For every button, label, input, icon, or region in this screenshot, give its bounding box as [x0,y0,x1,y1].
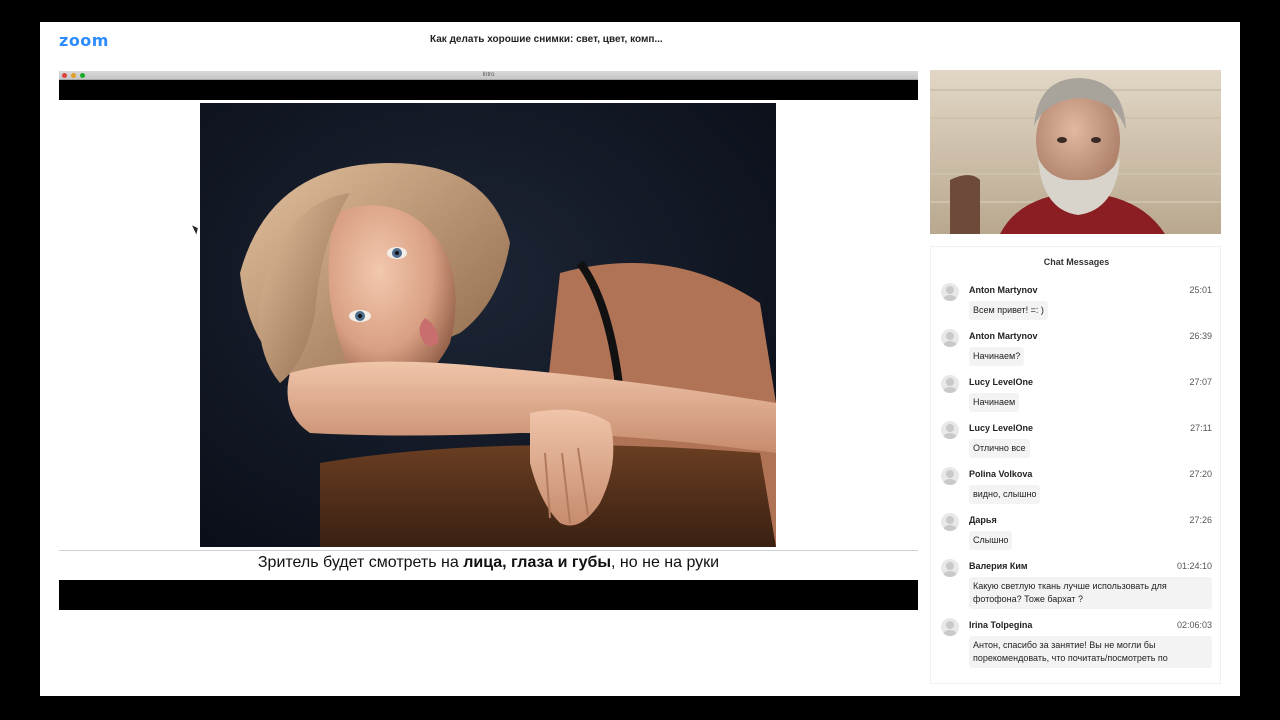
message-time: 27:20 [1189,468,1212,479]
message-text: Отлично все [969,439,1030,458]
avatar [941,618,959,636]
message-time: 01:24:10 [1176,560,1212,571]
mouse-cursor-icon [192,223,200,235]
message-time: 27:26 [1189,514,1212,525]
message-sender: Lucy LevelOne [969,376,1034,387]
chat-message: Lucy LevelOne 27:11 Отлично все [931,421,1220,458]
chat-message: Anton Martynov 25:01 Всем привет! =: ) [931,283,1220,320]
chat-message: Irina Tolpegina 02:06:03 Антон, спасибо з… [931,618,1220,668]
message-time: 27:07 [1189,376,1212,387]
avatar [941,375,959,393]
presentation-slide: Зритель будет смотреть на лица, глаза и … [59,100,918,580]
chat-message: Валерия Ким 01:24:10 Какую светлую ткань … [931,559,1220,609]
message-time: 02:06:03 [1176,619,1212,630]
chat-message: Anton Martynov 26:39 Начинаем? [931,329,1220,366]
message-text: Какую светлую ткань лучше использовать д… [969,577,1212,609]
chat-panel[interactable]: Chat Messages Anton Martynov 25:01 Всем п… [930,246,1221,684]
portrait-photo [200,103,776,547]
message-text: Всем привет! =: ) [969,301,1048,320]
slide-caption: Зритель будет смотреть на лица, глаза и … [59,554,918,572]
message-text: Антон, спасибо за занятие! Вы не могли б… [969,636,1212,668]
chat-message: Polina Volkova 27:20 видно, слышно [931,467,1220,504]
shared-screen[interactable]: Intro Зритель будет смотреть на лица, гл… [59,71,918,610]
message-time: 25:01 [1189,284,1212,295]
message-sender: Polina Volkova [969,468,1033,479]
message-text: видно, слышно [969,485,1041,504]
zoom-logo: zoom [59,31,109,50]
shared-window-titlebar: Intro [59,71,918,80]
message-time: 27:11 [1190,422,1212,433]
avatar [941,283,959,301]
chat-message-list[interactable]: Anton Martynov 25:01 Всем привет! =: ) An… [931,283,1220,677]
message-sender: Дарья [969,514,997,525]
avatar [941,513,959,531]
message-time: 26:39 [1189,330,1212,341]
meeting-title: Как делать хорошие снимки: свет, цвет, к… [430,34,663,45]
shared-window-title: Intro [482,72,495,78]
message-sender: Lucy LevelOne [969,422,1034,433]
message-sender: Anton Martynov [969,284,1038,295]
slide-divider [59,550,918,551]
avatar [941,329,959,347]
message-text: Начинаем [969,393,1020,412]
chat-panel-title: Chat Messages [1043,257,1110,267]
message-sender: Валерия Ким [969,560,1028,571]
zoom-window: zoom Как делать хорошие снимки: свет, цв… [40,22,1240,696]
caption-text-end: , но не на руки [611,554,720,571]
message-text: Слышно [969,531,1013,550]
message-text: Начинаем? [969,347,1025,366]
message-sender: Anton Martynov [969,330,1038,341]
message-sender: Irina Tolpegina [969,619,1033,630]
caption-text-start: Зритель будет смотреть на [257,554,464,571]
chat-message: Дарья 27:26 Слышно [931,513,1220,550]
avatar [941,421,959,439]
avatar [941,467,959,485]
chat-message: Lucy LevelOne 27:07 Начинаем [931,375,1220,412]
participant-video[interactable] [930,70,1221,234]
avatar [941,559,959,577]
caption-text-bold: лица, глаза и губы [463,554,612,571]
